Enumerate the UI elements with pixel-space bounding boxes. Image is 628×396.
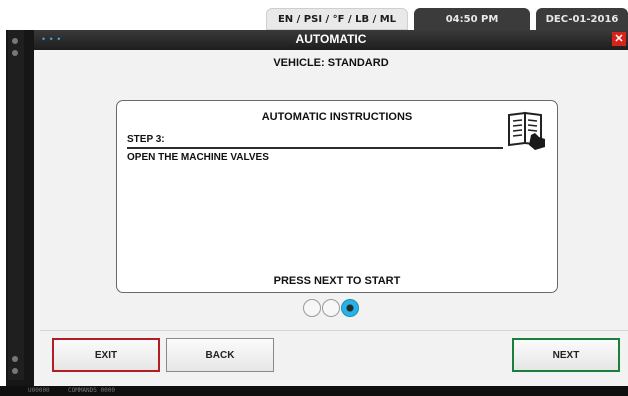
step-label: STEP 3: <box>127 134 165 145</box>
time-tab: 04:50 PM <box>414 8 530 30</box>
vehicle-label: VEHICLE: STANDARD <box>273 57 389 69</box>
units-tab[interactable]: EN / PSI / °F / LB / ML <box>266 8 408 30</box>
pager-dot <box>322 299 340 317</box>
rail-dot-icon <box>12 38 18 44</box>
press-next-prompt: PRESS NEXT TO START <box>273 275 401 287</box>
title-bar: • • • AUTOMATIC ✕ <box>34 30 628 50</box>
divider <box>40 330 628 331</box>
close-icon[interactable]: ✕ <box>612 32 626 46</box>
exit-button[interactable]: EXIT <box>52 338 160 372</box>
status-right: COMMANDS 0000 <box>68 387 115 394</box>
date-tab: DEC-01-2016 <box>536 8 628 30</box>
step-pager <box>303 299 375 319</box>
back-button[interactable]: BACK <box>166 338 274 372</box>
pager-dot <box>303 299 321 317</box>
book-hand-icon <box>508 111 545 150</box>
pager-dot-active <box>341 299 359 317</box>
next-button[interactable]: NEXT <box>512 338 620 372</box>
status-left: U00000 <box>28 387 50 394</box>
rail-dot-icon <box>12 356 18 362</box>
rail-dot-icon <box>12 368 18 374</box>
status-bar: U00000 COMMANDS 0000 <box>0 386 628 396</box>
step-text: OPEN THE MACHINE VALVES <box>127 152 269 163</box>
instructions-title: AUTOMATIC INSTRUCTIONS <box>261 111 413 123</box>
rail-dot-icon <box>12 50 18 56</box>
instructions-panel: AUTOMATIC INSTRUCTIONS STEP 3: OPEN THE … <box>116 100 558 293</box>
step-divider <box>127 147 503 149</box>
window-title: AUTOMATIC <box>295 32 367 46</box>
side-rail <box>8 30 24 380</box>
